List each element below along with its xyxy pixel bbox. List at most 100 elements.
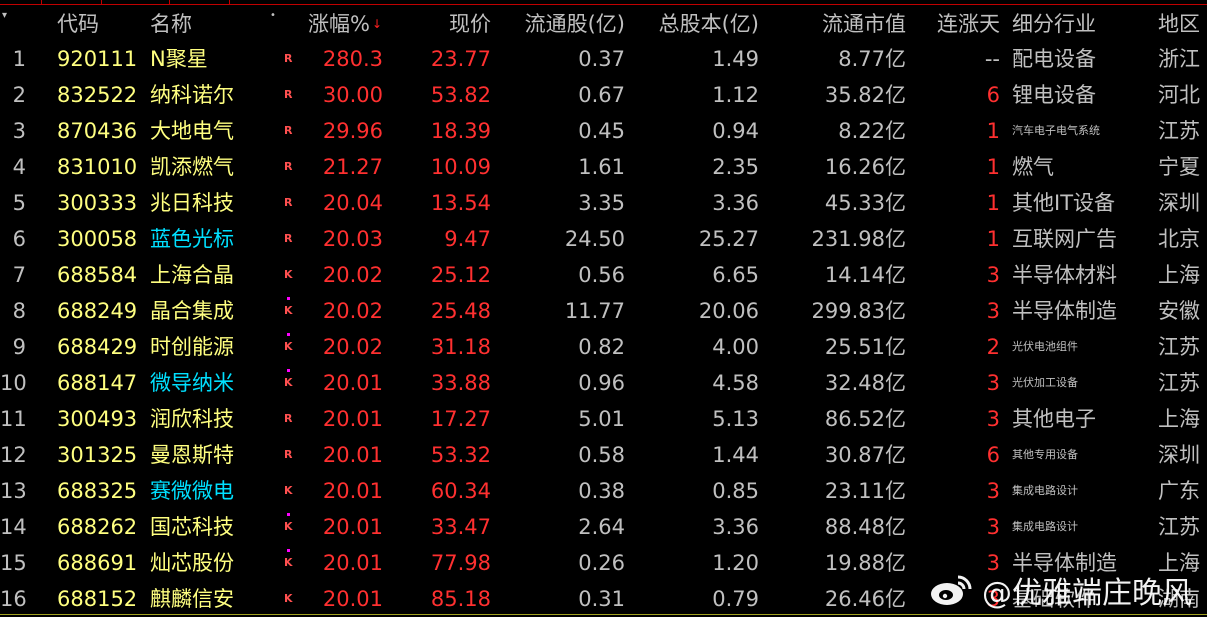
header-price[interactable]: 现价 <box>400 6 491 42</box>
total-shares: 6.65 <box>712 263 759 287</box>
total-shares: 1.49 <box>712 47 759 71</box>
region: 上海 <box>1158 407 1200 431</box>
stock-code: 688584 <box>57 263 138 287</box>
table-row[interactable]: 13 688325 赛微微电 K 20.01 60.34 0.38 0.85 23.11亿 3 集成… <box>0 473 1207 509</box>
region: 深圳 <box>1158 191 1200 215</box>
table-row[interactable]: 2 832522 纳科诺尔 R 30.00 53.82 0.67 1.12 35.82亿 6 锂电设… <box>0 77 1207 113</box>
watermark: @优雅端庄晚风 <box>930 568 1192 612</box>
stock-name: 国芯科技 <box>150 515 234 539</box>
price: 31.18 <box>430 335 491 359</box>
float-shares: 0.82 <box>578 335 625 359</box>
streak-days: 2 <box>986 335 1000 359</box>
table-row[interactable]: 9 688429 时创能源 K 20.02 31.18 0.82 4.00 25.51亿 2 光伏电… <box>0 329 1207 365</box>
column-menu-icon[interactable]: ▾ <box>2 6 7 26</box>
header-change-label: 涨幅% <box>308 12 370 36</box>
row-index: 9 <box>12 335 26 359</box>
row-index: 2 <box>12 83 26 107</box>
stock-name: 晶合集成 <box>150 299 234 323</box>
header-streak[interactable]: 连涨天 <box>920 6 1000 42</box>
table-row[interactable]: 8 688249 晶合集成 K 20.02 25.48 11.77 20.06 299.83亿 3… <box>0 293 1207 329</box>
change-percent: 20.01 <box>322 407 383 431</box>
stock-name: 蓝色光标 <box>150 227 234 251</box>
industry: 光伏加工设备 <box>1012 376 1078 389</box>
streak-days: 1 <box>986 155 1000 179</box>
stock-code: 688429 <box>57 335 138 359</box>
watermark-text: @优雅端庄晚风 <box>982 576 1192 611</box>
float-cap: 35.82亿 <box>824 83 906 107</box>
change-percent: 20.03 <box>322 227 383 251</box>
price: 23.77 <box>430 47 491 71</box>
header-region[interactable]: 地区 <box>1158 6 1200 42</box>
stock-name: 大地电气 <box>150 119 234 143</box>
price: 33.47 <box>430 515 491 539</box>
stock-name: 上海合晶 <box>150 263 234 287</box>
float-cap: 88.48亿 <box>824 515 906 539</box>
streak-days: 6 <box>986 443 1000 467</box>
row-index: 14 <box>0 515 27 539</box>
header-name[interactable]: 名称 <box>150 6 192 42</box>
change-percent: 30.00 <box>322 83 383 107</box>
header-total-shares[interactable]: 总股本(亿) <box>630 6 759 42</box>
header-float-cap[interactable]: 流通市值 <box>780 6 906 42</box>
industry: 光伏电池组件 <box>1012 340 1078 353</box>
stock-code: 832522 <box>57 83 138 107</box>
float-cap: 26.46亿 <box>824 587 906 611</box>
streak-days: 3 <box>986 299 1000 323</box>
price: 13.54 <box>430 191 491 215</box>
float-shares: 0.37 <box>578 47 625 71</box>
header-marker-dot: • <box>270 10 276 21</box>
table-row[interactable]: 11 300493 润欣科技 R 20.01 17.27 5.01 5.13 86.52亿 3 其他… <box>0 401 1207 437</box>
table-row[interactable]: 12 301325 曼恩斯特 R 20.01 53.32 0.58 1.44 30.87亿 6 其他… <box>0 437 1207 473</box>
header-float-shares[interactable]: 流通股(亿) <box>500 6 625 42</box>
float-shares: 5.01 <box>578 407 625 431</box>
float-cap: 16.26亿 <box>824 155 906 179</box>
change-percent: 20.01 <box>322 371 383 395</box>
float-shares: 0.96 <box>578 371 625 395</box>
change-percent: 20.04 <box>322 191 383 215</box>
total-shares: 0.79 <box>712 587 759 611</box>
float-shares: 3.35 <box>578 191 625 215</box>
table-row[interactable]: 1 920111 N聚星 R 280.3 23.77 0.37 1.49 8.77亿 -- 配电设备… <box>0 41 1207 77</box>
float-cap: 8.22亿 <box>838 119 906 143</box>
stock-code: 688691 <box>57 551 138 575</box>
streak-days: 1 <box>986 191 1000 215</box>
bottom-border <box>0 614 1207 615</box>
float-shares: 0.56 <box>578 263 625 287</box>
float-cap: 14.14亿 <box>824 263 906 287</box>
row-index: 16 <box>0 587 27 611</box>
table-row[interactable]: 5 300333 兆日科技 R 20.04 13.54 3.35 3.36 45.33亿 1 其他I… <box>0 185 1207 221</box>
streak-days: 3 <box>986 479 1000 503</box>
row-index: 4 <box>12 155 26 179</box>
table-row[interactable]: 4 831010 凯添燃气 R 21.27 10.09 1.61 2.35 16.26亿 1 燃气宁… <box>0 149 1207 185</box>
total-shares: 3.36 <box>712 515 759 539</box>
change-percent: 20.01 <box>322 587 383 611</box>
price: 18.39 <box>430 119 491 143</box>
streak-days: 1 <box>986 227 1000 251</box>
header-change[interactable]: 涨幅% ↓ <box>308 6 382 42</box>
table-row[interactable]: 6 300058 蓝色光标 R 20.03 9.47 24.50 25.27 231.98亿 1 互… <box>0 221 1207 257</box>
header-code[interactable]: 代码 <box>57 6 99 42</box>
row-index: 10 <box>0 371 27 395</box>
header-industry[interactable]: 细分行业 <box>1012 6 1096 42</box>
float-shares: 0.58 <box>578 443 625 467</box>
column-divider <box>229 0 230 4</box>
total-shares: 4.58 <box>712 371 759 395</box>
sort-desc-icon: ↓ <box>371 17 383 31</box>
row-index: 11 <box>0 407 27 431</box>
stock-name: 兆日科技 <box>150 191 234 215</box>
stock-name: 灿芯股份 <box>150 551 234 575</box>
change-percent: 20.02 <box>322 335 383 359</box>
price: 9.47 <box>444 227 491 251</box>
column-divider <box>169 0 170 4</box>
price: 25.12 <box>430 263 491 287</box>
industry: 汽车电子电气系统 <box>1012 124 1100 137</box>
table-row[interactable]: 3 870436 大地电气 R 29.96 18.39 0.45 0.94 8.22亿 1 汽车电子… <box>0 113 1207 149</box>
stock-name: 润欣科技 <box>150 407 234 431</box>
region: 上海 <box>1158 263 1200 287</box>
streak-days: 1 <box>986 119 1000 143</box>
table-row[interactable]: 7 688584 上海合晶 K 20.02 25.12 0.56 6.65 14.14亿 3 半导体… <box>0 257 1207 293</box>
table-row[interactable]: 10 688147 微导纳米 K 20.01 33.88 0.96 4.58 32.48亿 3 光伏… <box>0 365 1207 401</box>
row-index: 8 <box>12 299 26 323</box>
table-row[interactable]: 14 688262 国芯科技 K 20.01 33.47 2.64 3.36 88.48亿 3 集成… <box>0 509 1207 545</box>
row-index: 5 <box>12 191 26 215</box>
